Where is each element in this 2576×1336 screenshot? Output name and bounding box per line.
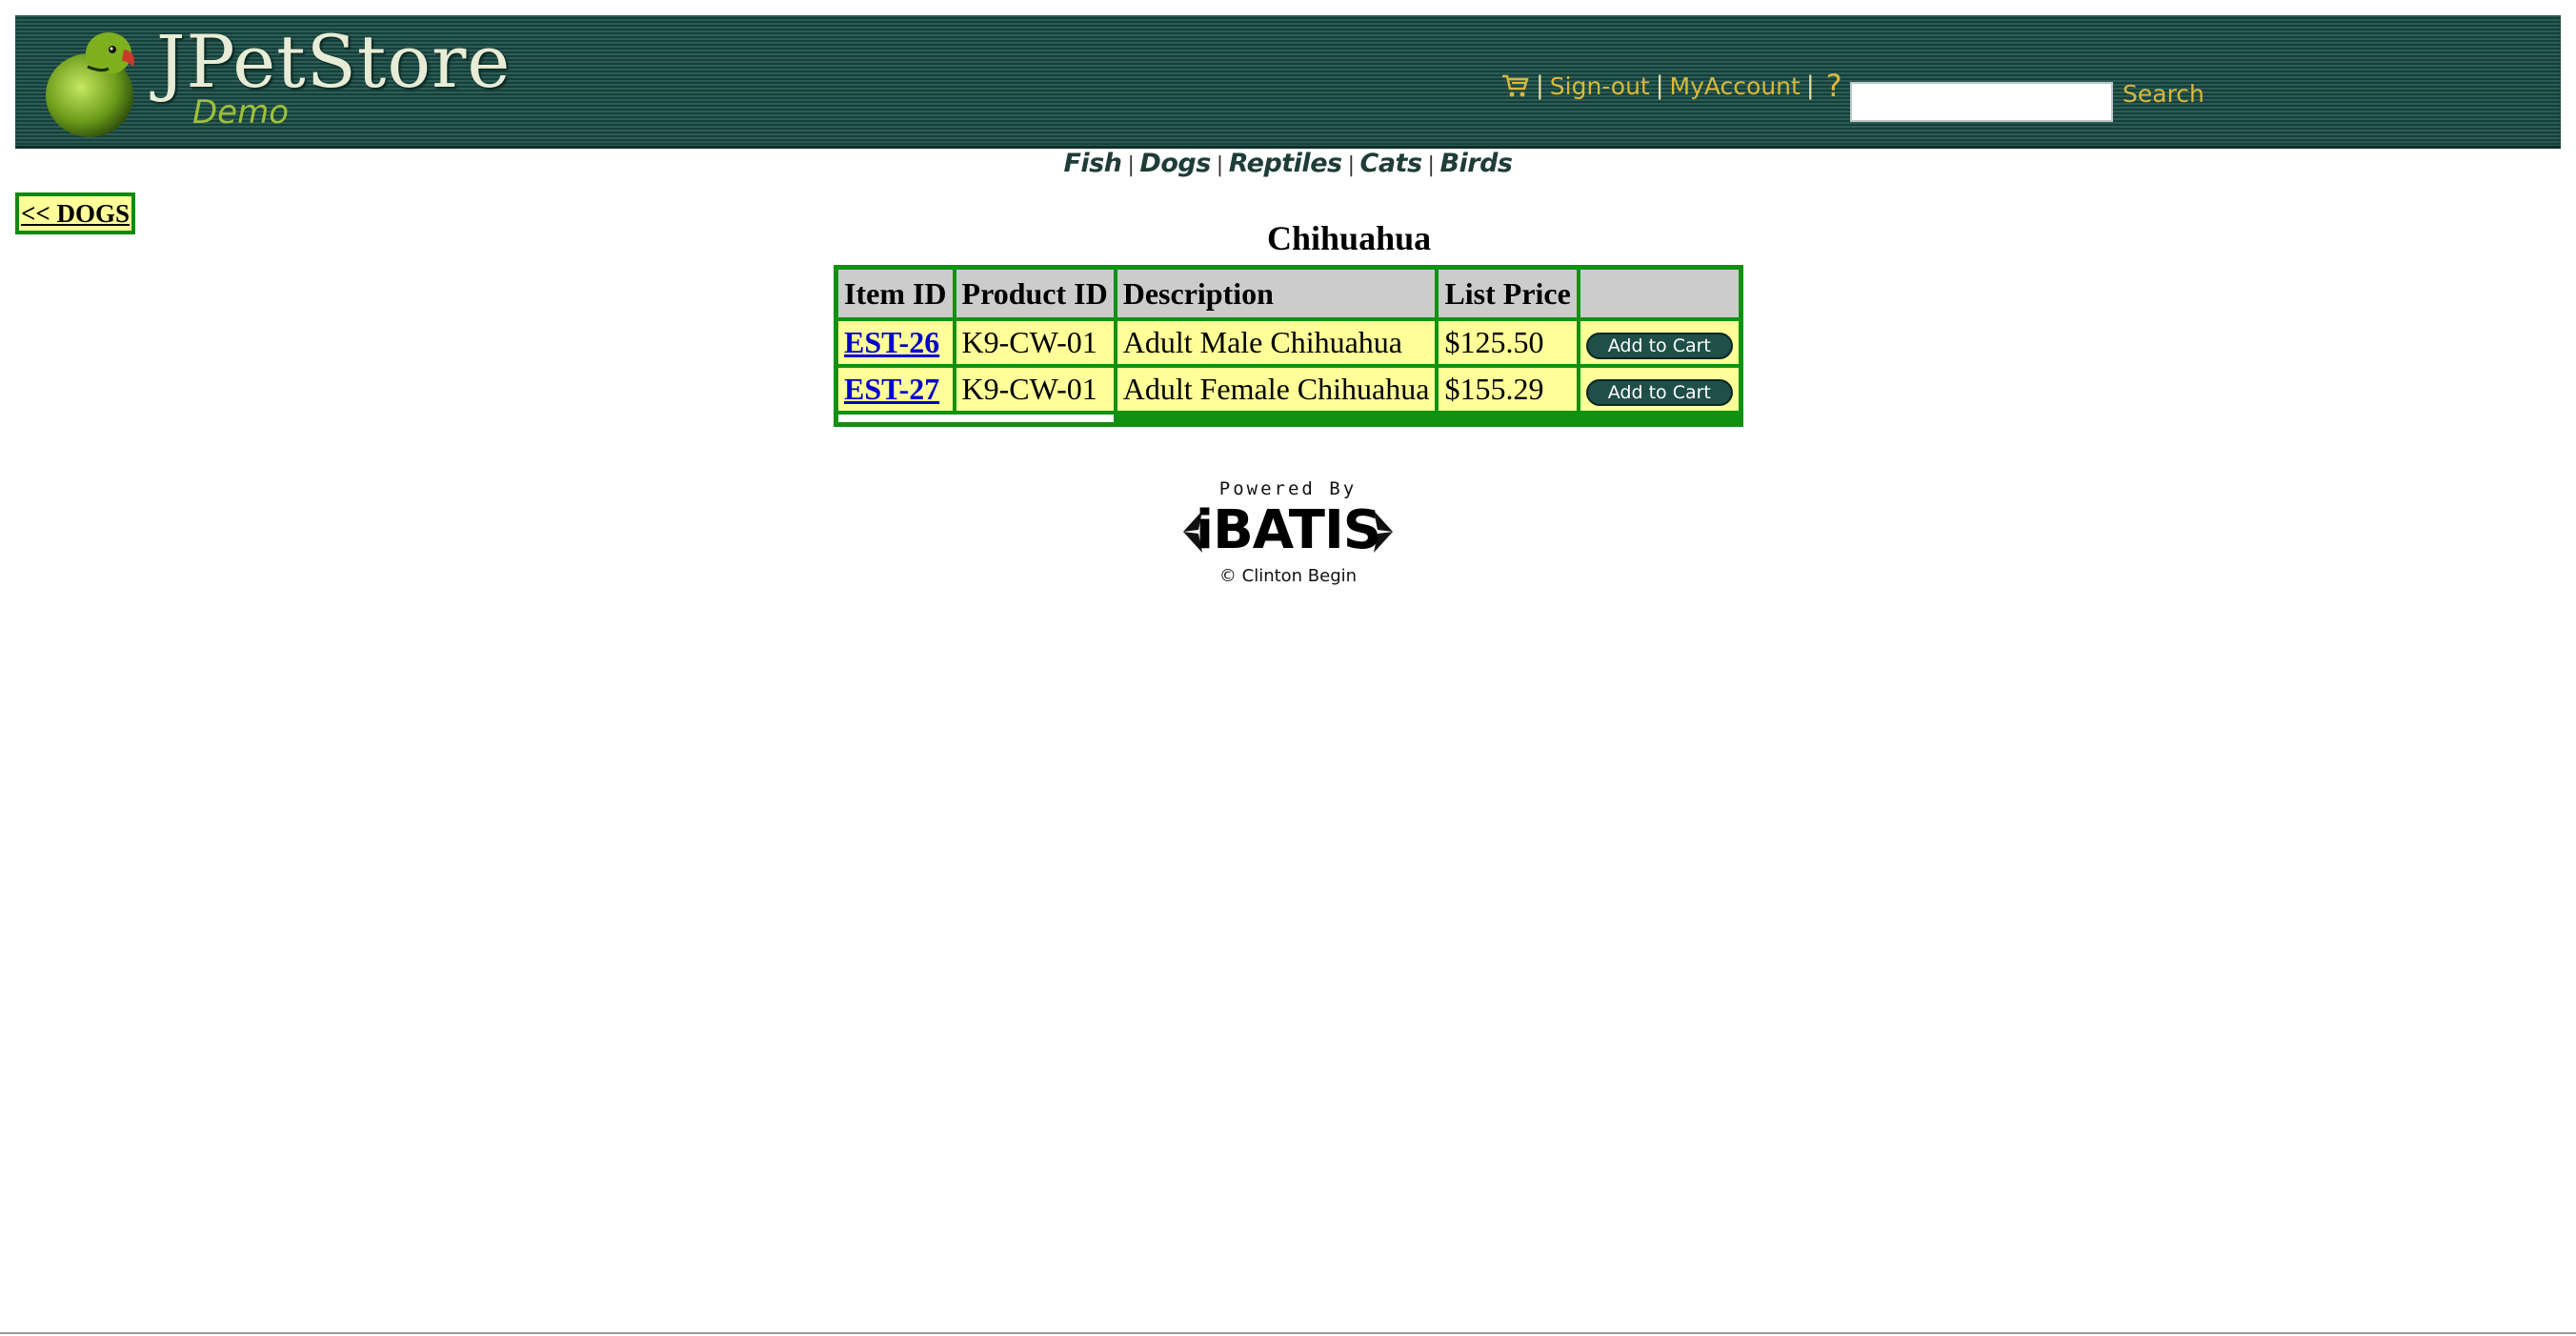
nav-separator: |	[1655, 71, 1664, 100]
item-id-cell: EST-26	[836, 319, 955, 366]
category-nav: Fish | Dogs | Reptiles | Cats | Birds	[0, 149, 2576, 183]
description-cell: Adult Female Chihuahua	[1115, 366, 1438, 413]
top-navigation: | Sign-out | MyAccount | ?	[1501, 57, 1842, 114]
category-separator: |	[1127, 153, 1135, 177]
back-to-dogs-link[interactable]: << DOGS	[15, 192, 135, 234]
column-header-product-id: Product ID	[954, 268, 1116, 319]
price-cell: $155.29	[1437, 366, 1579, 413]
category-link-reptiles[interactable]: Reptiles	[1229, 149, 1342, 178]
product-title: Chihuahua	[1267, 219, 1432, 257]
table-row: EST-26 K9-CW-01 Adult Male Chihuahua $12…	[836, 319, 1741, 366]
item-table: Item ID Product ID Description List Pric…	[834, 265, 1743, 427]
add-to-cart-button[interactable]: Add to Cart	[1585, 378, 1733, 406]
search-input[interactable]	[1850, 82, 2113, 122]
nav-separator: |	[1805, 71, 1815, 100]
table-footer-blank	[836, 413, 1116, 424]
description-cell: Adult Male Chihuahua	[1115, 319, 1438, 366]
logo-subtitle: Demo	[192, 93, 290, 132]
category-link-birds[interactable]: Birds	[1439, 149, 1513, 178]
price-cell: $125.50	[1437, 319, 1579, 366]
powered-by-logo: Powered By iBATIS © Clinton Begin	[1181, 478, 1395, 591]
product-id-cell: K9-CW-01	[954, 319, 1116, 366]
page-bottom-border	[0, 1332, 2576, 1334]
parrot-logo-icon[interactable]	[42, 29, 149, 139]
sign-out-link[interactable]: Sign-out	[1550, 72, 1650, 100]
category-separator: |	[1427, 153, 1435, 177]
category-separator: |	[1216, 153, 1223, 177]
cart-icon[interactable]	[1501, 73, 1530, 98]
item-id-cell: EST-27	[836, 366, 955, 413]
logo-title[interactable]: JPetStore	[156, 19, 511, 104]
nav-separator: |	[1536, 71, 1544, 100]
action-cell: Add to Cart	[1578, 366, 1741, 413]
copyright-text: © Clinton Begin	[1218, 566, 1358, 586]
table-footer-row	[836, 413, 1741, 424]
item-link[interactable]: EST-26	[844, 325, 939, 359]
my-account-link[interactable]: MyAccount	[1670, 72, 1801, 100]
product-id-cell: K9-CW-01	[954, 366, 1116, 413]
table-header-row: Item ID Product ID Description List Pric…	[836, 268, 1741, 319]
column-header-action	[1578, 268, 1741, 319]
powered-by-text: Powered By	[1218, 478, 1358, 499]
add-to-cart-button[interactable]: Add to Cart	[1585, 332, 1733, 359]
column-header-description: Description	[1115, 268, 1438, 319]
table-row: EST-27 K9-CW-01 Adult Female Chihuahua $…	[836, 366, 1741, 413]
table-footer-bar	[1115, 413, 1741, 424]
site-header: JPetStore Demo | Sign-out | MyAccount | …	[15, 15, 2561, 149]
help-icon[interactable]: ?	[1826, 68, 1842, 104]
category-separator: |	[1347, 153, 1355, 177]
column-header-list-price: List Price	[1437, 268, 1579, 319]
ibatis-brand: iBATIS	[1195, 499, 1381, 561]
category-link-cats[interactable]: Cats	[1360, 149, 1423, 178]
action-cell: Add to Cart	[1578, 319, 1741, 366]
item-link[interactable]: EST-27	[844, 372, 939, 406]
column-header-item-id: Item ID	[836, 268, 955, 319]
category-link-dogs[interactable]: Dogs	[1139, 149, 1211, 178]
category-link-fish[interactable]: Fish	[1063, 149, 1122, 178]
search-button[interactable]: Search	[2123, 80, 2204, 108]
